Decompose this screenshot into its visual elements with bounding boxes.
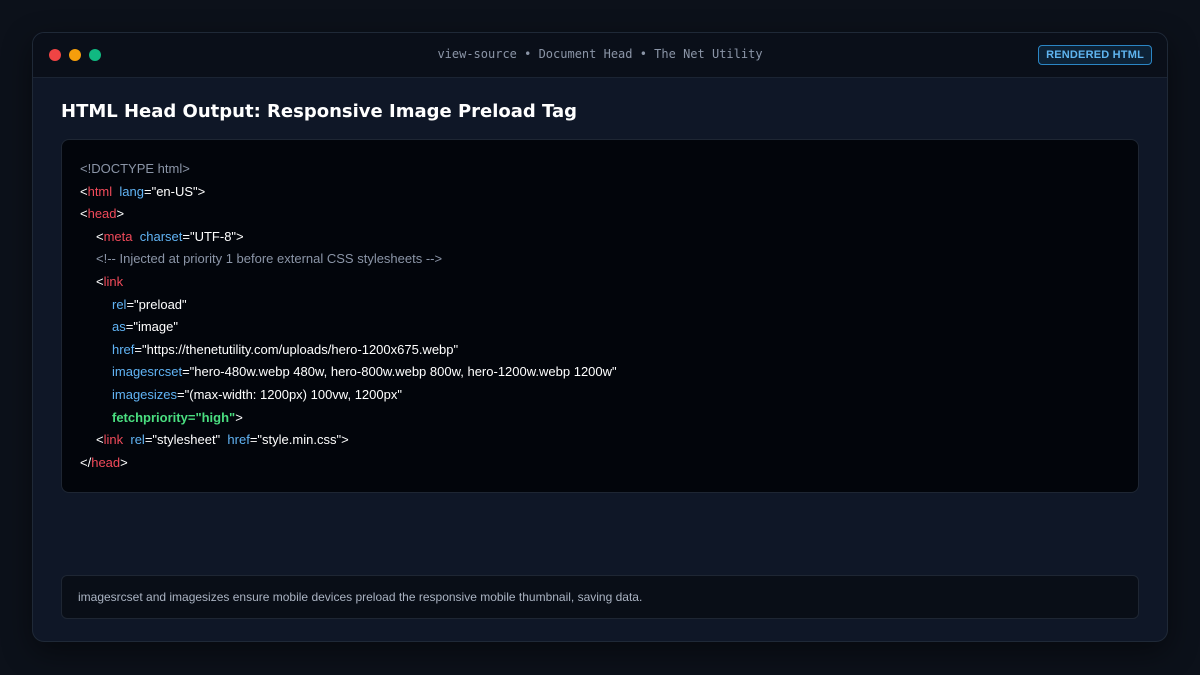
code-line-head-close: </head> bbox=[80, 455, 128, 470]
href-attribute: href bbox=[112, 342, 135, 357]
window-title: view-source • Document Head • The Net Ut… bbox=[437, 47, 763, 61]
code-line-as: as="image" bbox=[112, 319, 178, 334]
code-line-rel: rel="preload" bbox=[112, 297, 187, 312]
rel-value: "preload" bbox=[134, 297, 187, 312]
charset-value: "UTF-8" bbox=[189, 229, 237, 244]
code-line-imagesrcset: imagesrcset="hero-480w.webp 480w, hero-8… bbox=[112, 364, 617, 379]
head-tag: head bbox=[87, 206, 117, 221]
imagesrcset-attribute: imagesrcset bbox=[112, 364, 183, 379]
as-value: "image" bbox=[133, 319, 178, 334]
code-line-comment: <!-- Injected at priority 1 before exter… bbox=[96, 251, 443, 266]
info-note: imagesrcset and imagesizes ensure mobile… bbox=[61, 575, 1139, 619]
imagesrcset-value: "hero-480w.webp 480w, hero-800w.webp 800… bbox=[189, 364, 617, 379]
href-value: "https://thenetutility.com/uploads/hero-… bbox=[142, 342, 459, 357]
code-line-html-open: <html lang="en-US"> bbox=[80, 184, 206, 199]
code-line-stylesheet-link: <link rel="stylesheet" href="style.min.c… bbox=[96, 432, 349, 447]
code-line-fetchpriority: fetchpriority="high"> bbox=[112, 410, 243, 425]
imagesizes-attribute: imagesizes bbox=[112, 387, 178, 402]
fetchpriority-attribute: fetchpriority bbox=[112, 410, 188, 425]
html-tag: html bbox=[87, 184, 113, 199]
code-line-head-open: <head> bbox=[80, 206, 125, 221]
meta-tag: meta bbox=[103, 229, 133, 244]
lang-attribute: lang bbox=[119, 184, 144, 199]
stylesheet-rel-value: "stylesheet" bbox=[152, 432, 221, 447]
lang-value: "en-US" bbox=[151, 184, 198, 199]
link-tag: link bbox=[103, 274, 124, 289]
rel-attribute: rel bbox=[112, 297, 127, 312]
code-line-href: href="https://thenetutility.com/uploads/… bbox=[112, 342, 459, 357]
stylesheet-rel-attribute: rel bbox=[130, 432, 145, 447]
stylesheet-href-value: "style.min.css" bbox=[257, 432, 342, 447]
as-attribute: as bbox=[112, 319, 126, 334]
title-bar: view-source • Document Head • The Net Ut… bbox=[33, 33, 1167, 78]
browser-window: view-source • Document Head • The Net Ut… bbox=[32, 32, 1168, 642]
rendered-html-badge[interactable]: RENDERED HTML bbox=[1038, 45, 1152, 65]
imagesizes-value: "(max-width: 1200px) 100vw, 1200px" bbox=[184, 387, 402, 402]
head-close-tag: head bbox=[91, 455, 121, 470]
note-text: imagesrcset and imagesizes ensure mobile… bbox=[78, 590, 643, 604]
charset-attribute: charset bbox=[139, 229, 183, 244]
page-title: HTML Head Output: Responsive Image Prelo… bbox=[61, 101, 578, 122]
code-line-meta: <meta charset="UTF-8"> bbox=[96, 229, 244, 244]
fetchpriority-value: "high" bbox=[195, 410, 236, 425]
stylesheet-href-attribute: href bbox=[227, 432, 250, 447]
code-line-doctype: <!DOCTYPE html> bbox=[80, 161, 190, 176]
stylesheet-link-tag: link bbox=[103, 432, 124, 447]
code-line-imagesizes: imagesizes="(max-width: 1200px) 100vw, 1… bbox=[112, 387, 402, 402]
code-panel: <!DOCTYPE html> <html lang="en-US"> <hea… bbox=[61, 139, 1139, 493]
code-line-link-open: <link bbox=[96, 274, 124, 289]
